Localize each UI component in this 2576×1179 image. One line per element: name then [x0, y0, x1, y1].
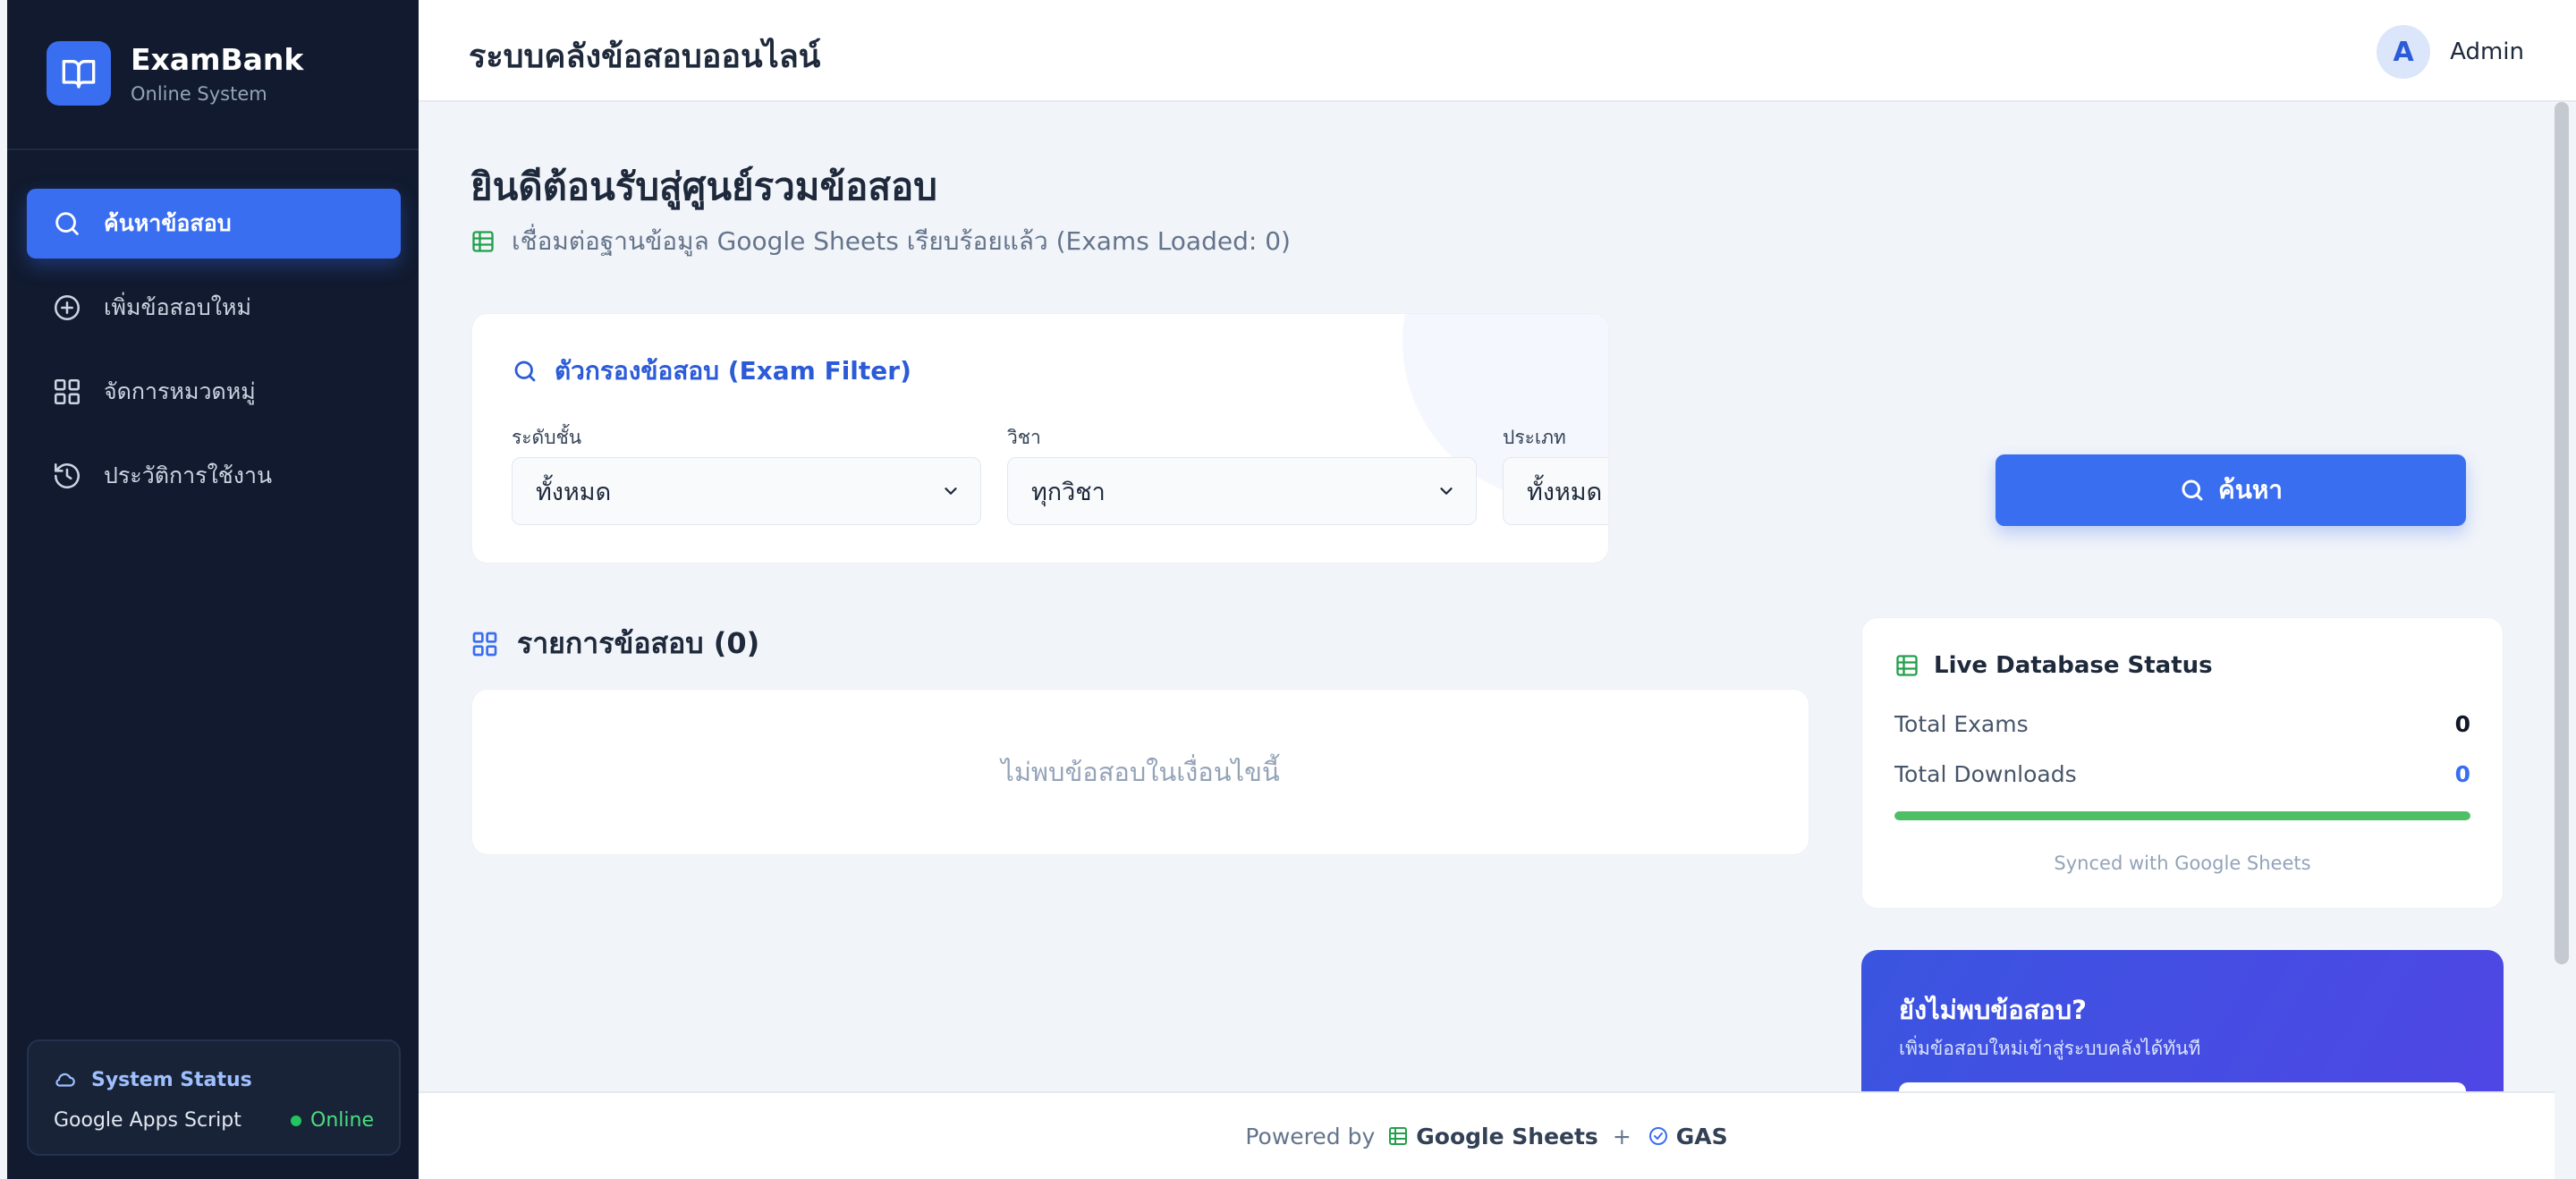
sidebar-item-history[interactable]: ประวัติการใช้งาน [27, 441, 401, 511]
grade-select[interactable]: ทั้งหมด [512, 457, 981, 525]
grid-icon [52, 377, 82, 407]
grade-select-value: ทั้งหมด [536, 478, 612, 506]
filter-title: ตัวกรองข้อสอบ (Exam Filter) [555, 356, 911, 386]
promo-subtitle: เพิ่มข้อสอบใหม่เข้าสู่ระบบคลังได้ทันที [1899, 1038, 2201, 1059]
powered-by-text: Powered by [1245, 1123, 1376, 1149]
plus-circle-icon [52, 293, 82, 323]
exam-list-header: รายการข้อสอบ (0) [470, 621, 759, 666]
subject-label: วิชา [1007, 427, 1041, 448]
page-title: ยินดีต้อนรับสู่ศูนย์รวมข้อสอบ [470, 165, 937, 208]
empty-state: ไม่พบข้อสอบในเงื่อนไขนี้ [471, 689, 1809, 855]
exam-filter-card: ตัวกรองข้อสอบ (Exam Filter) ระดับชั้น ทั… [471, 313, 1609, 564]
sync-progress-bar [1894, 811, 2470, 820]
sidebar-item-label: เพิ่มข้อสอบใหม่ [104, 294, 251, 320]
gas-text: GAS [1675, 1123, 1728, 1149]
chevron-down-icon [1436, 481, 1456, 501]
sidebar-item-label: จัดการหมวดหมู่ [104, 378, 256, 404]
table-icon [470, 229, 496, 254]
chevron-down-icon [941, 481, 961, 501]
type-field: ประเภท ทั้งหมด [1503, 423, 1608, 525]
user-name[interactable]: Admin [2450, 38, 2524, 65]
scrollbar[interactable] [2555, 102, 2569, 964]
sidebar-item-label: ค้นหาข้อสอบ [104, 210, 232, 236]
sidebar-nav: ค้นหาข้อสอบ เพิ่มข้อสอบใหม่ จัดการหมวดหม… [27, 189, 401, 525]
sidebar-item-categories[interactable]: จัดการหมวดหมู่ [27, 357, 401, 427]
status-dot-icon [291, 1115, 302, 1126]
system-status-title: System Status [91, 1068, 252, 1091]
system-status-card: System Status Google Apps Script Online [27, 1039, 401, 1156]
sync-progress-fill [1894, 811, 2470, 820]
total-downloads-value: 0 [2454, 761, 2470, 787]
check-circle-icon [1648, 1125, 1669, 1147]
search-icon [52, 208, 82, 239]
plus-text: + [1612, 1123, 1631, 1149]
search-icon [2179, 477, 2206, 504]
status-state: Online [310, 1109, 374, 1132]
book-open-icon [47, 41, 111, 106]
search-icon [512, 358, 538, 385]
total-exams-row: Total Exams 0 [1894, 711, 2470, 737]
type-select-value: ทั้งหมด [1527, 478, 1603, 506]
grid-icon [470, 630, 499, 658]
app-title: ระบบคลังข้อสอบออนไลน์ [469, 38, 821, 75]
table-icon [1387, 1125, 1409, 1147]
sidebar: ExamBank Online System ค้นหาข้อสอบ เพิ่ม… [7, 0, 419, 1179]
cloud-icon [54, 1068, 77, 1091]
subject-field: วิชา ทุกวิชา [1007, 423, 1477, 525]
search-button[interactable]: ค้นหา [1996, 454, 2466, 526]
top-header: ระบบคลังข้อสอบออนไลน์ A Admin [419, 0, 2576, 102]
brand[interactable]: ExamBank Online System [47, 41, 303, 106]
synced-text: Synced with Google Sheets [2054, 852, 2311, 874]
live-status-title: Live Database Status [1934, 652, 2213, 679]
total-exams-label: Total Exams [1894, 711, 2029, 737]
sidebar-item-label: ประวัติการใช้งาน [104, 462, 273, 488]
exam-list-title: รายการข้อสอบ (0) [517, 626, 760, 660]
promo-title: ยังไม่พบข้อสอบ? [1899, 995, 2087, 1025]
connection-status: เชื่อมต่อฐานข้อมูล Google Sheets เรียบร้… [470, 222, 1291, 261]
subject-select-value: ทุกวิชา [1031, 478, 1106, 506]
live-database-status-card: Live Database Status Total Exams 0 Total… [1861, 617, 2504, 909]
grade-label: ระดับชั้น [512, 427, 582, 448]
avatar[interactable]: A [2377, 25, 2431, 79]
type-label: ประเภท [1503, 427, 1566, 448]
search-button-label: ค้นหา [2217, 476, 2284, 504]
footer: Powered by Google Sheets + GAS [419, 1091, 2555, 1179]
sidebar-item-search[interactable]: ค้นหาข้อสอบ [27, 189, 401, 259]
grade-field: ระดับชั้น ทั้งหมด [512, 423, 981, 525]
connection-text: เชื่อมต่อฐานข้อมูล Google Sheets เรียบร้… [512, 226, 1291, 256]
brand-subtitle: Online System [131, 83, 267, 105]
total-exams-value: 0 [2454, 711, 2470, 737]
google-sheets-text: Google Sheets [1416, 1123, 1598, 1149]
add-exam-promo-card: ยังไม่พบข้อสอบ? เพิ่มข้อสอบใหม่เข้าสู่ระ… [1861, 950, 2504, 1093]
sidebar-item-add-exam[interactable]: เพิ่มข้อสอบใหม่ [27, 273, 401, 343]
table-icon [1894, 653, 1919, 678]
sidebar-divider [7, 148, 419, 150]
user-menu[interactable]: A Admin [2377, 25, 2524, 79]
status-source: Google Apps Script [54, 1109, 242, 1132]
history-icon [52, 461, 82, 491]
type-select[interactable]: ทั้งหมด [1503, 457, 1608, 525]
total-downloads-label: Total Downloads [1894, 761, 2077, 787]
status-badge: Online [291, 1109, 374, 1132]
brand-name: ExamBank [131, 42, 304, 77]
total-downloads-row: Total Downloads 0 [1894, 761, 2470, 787]
subject-select[interactable]: ทุกวิชา [1007, 457, 1477, 525]
